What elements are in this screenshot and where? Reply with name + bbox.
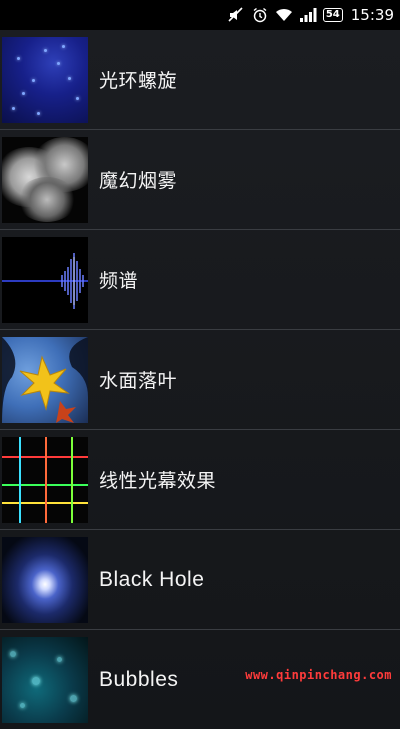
- item-label: 水面落叶: [99, 370, 178, 392]
- alarm-icon: [251, 6, 269, 24]
- item-label: Black Hole: [99, 567, 205, 591]
- thumbnail-image: [2, 336, 88, 423]
- wifi-icon: [275, 6, 293, 24]
- item-label: 线性光幕效果: [99, 470, 217, 492]
- status-clock: 15:39: [350, 6, 394, 24]
- item-label: 频谱: [99, 270, 139, 292]
- list-item[interactable]: 魔幻烟雾: [0, 130, 400, 230]
- list-item[interactable]: 线性光幕效果: [0, 430, 400, 530]
- list-item[interactable]: 光环螺旋: [0, 30, 400, 130]
- thumbnail-image: [2, 636, 88, 723]
- thumbnail-image: [2, 536, 88, 623]
- item-label: Bubbles: [99, 667, 179, 691]
- mute-icon: [227, 6, 245, 24]
- wallpaper-list: 光环螺旋 魔幻烟雾 频谱 水面落叶 线性光幕效果 Black Hole Bubb…: [0, 30, 400, 729]
- battery-indicator: 54: [322, 8, 343, 22]
- thumbnail-image: [2, 36, 88, 123]
- thumbnail-image: [2, 236, 88, 323]
- item-label: 魔幻烟雾: [99, 170, 178, 192]
- watermark-text: www.qinpinchang.com: [245, 668, 392, 682]
- item-label: 光环螺旋: [99, 70, 178, 92]
- list-item[interactable]: 频谱: [0, 230, 400, 330]
- thumbnail-image: [2, 136, 88, 223]
- list-item[interactable]: Black Hole: [0, 530, 400, 630]
- list-item[interactable]: 水面落叶: [0, 330, 400, 430]
- thumbnail-image: [2, 436, 88, 523]
- signal-icon: [299, 6, 317, 24]
- status-bar: 54 15:39: [0, 0, 400, 30]
